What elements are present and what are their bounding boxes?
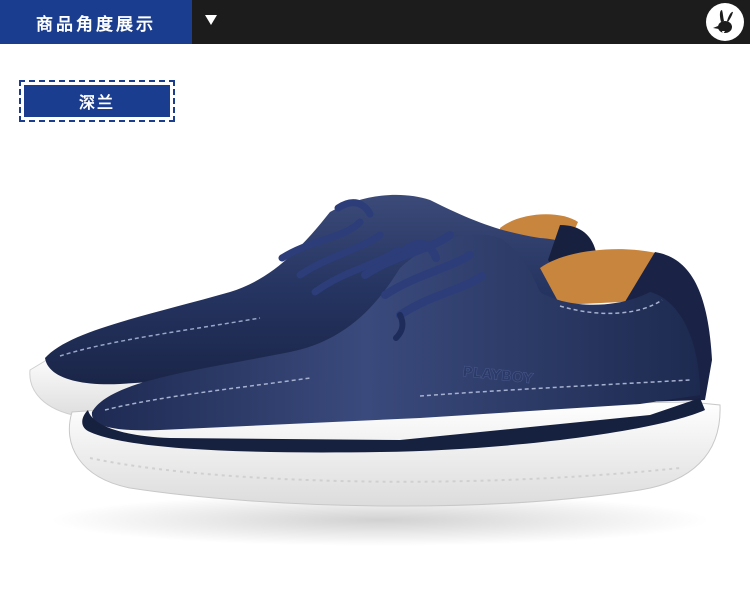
product-shoes-image: PLAYBOY: [29, 194, 721, 546]
color-label: 深兰: [24, 85, 170, 117]
triangle-down-icon[interactable]: [205, 15, 217, 25]
color-label-frame: 深兰: [19, 80, 175, 122]
bunny-logo-icon: [706, 3, 744, 41]
header-bar: 商品角度展示: [0, 0, 750, 44]
section-title-tab: 商品角度展示: [0, 0, 192, 44]
